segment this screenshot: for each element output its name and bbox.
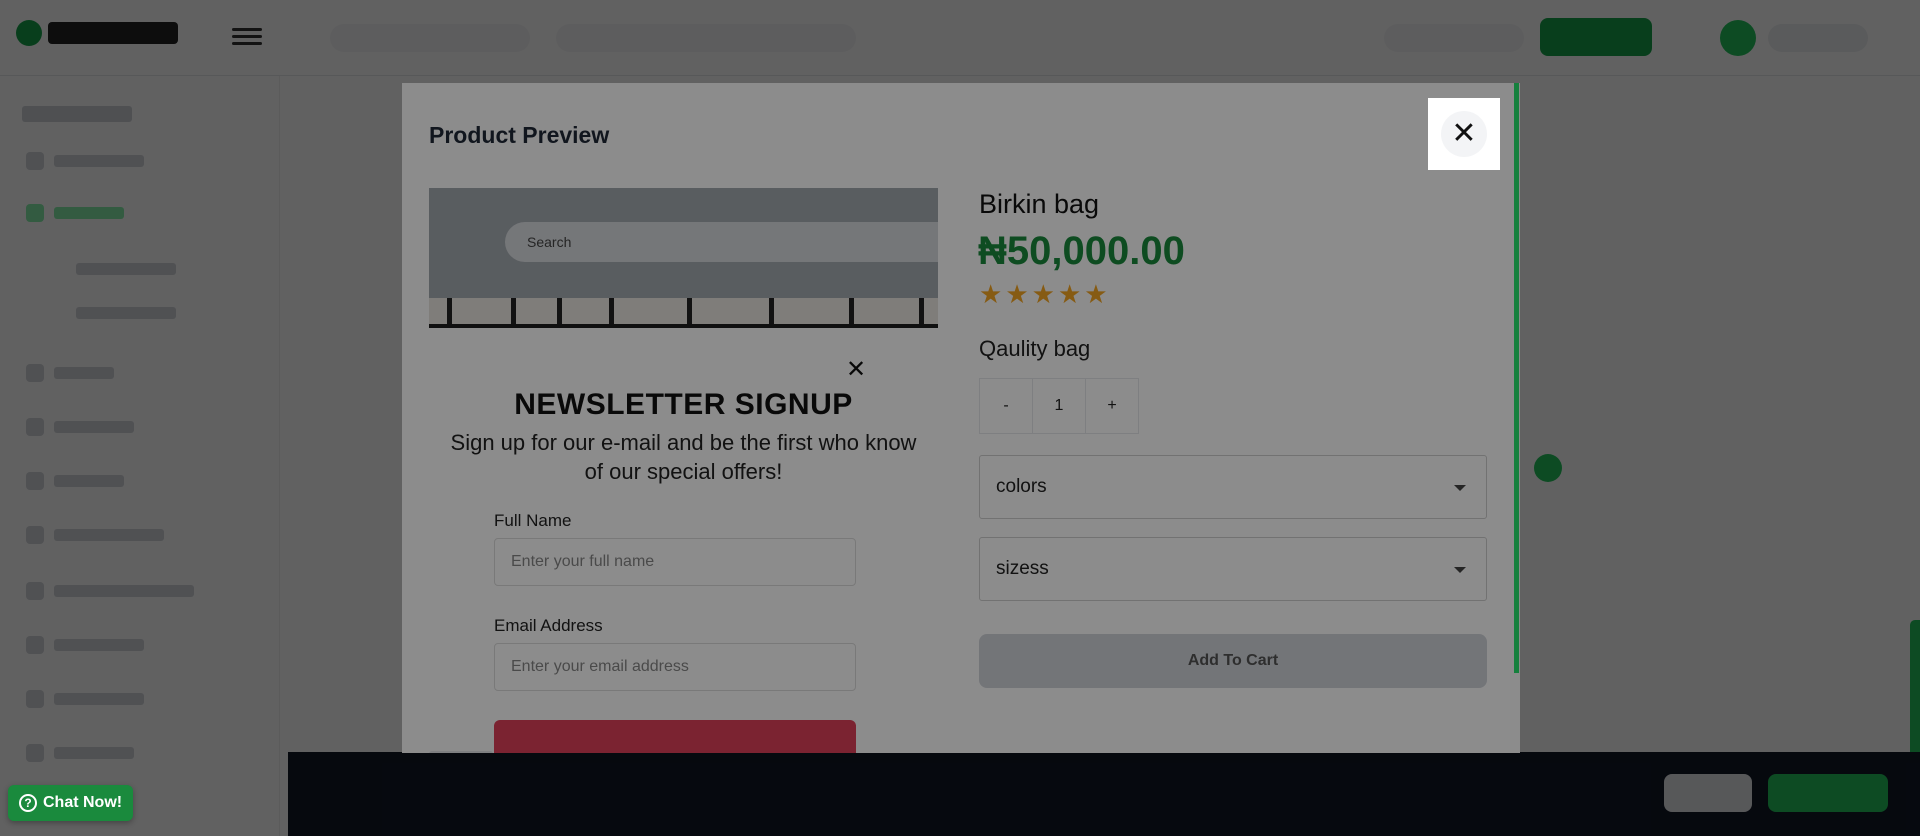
product-rating: ★ ★ ★ ★ ★ bbox=[979, 281, 1108, 307]
email-input[interactable] bbox=[494, 643, 856, 691]
image-scene bbox=[429, 298, 938, 328]
colors-select-value: colors bbox=[996, 476, 1047, 497]
chat-now-button[interactable]: ? Chat Now! bbox=[8, 785, 134, 821]
sizes-select[interactable]: sizess bbox=[979, 537, 1487, 601]
star-icon: ★ bbox=[1084, 279, 1108, 309]
question-circle-icon: ? bbox=[19, 794, 37, 812]
add-to-cart-button[interactable]: Add To Cart bbox=[979, 634, 1487, 688]
star-icon: ★ bbox=[1031, 279, 1055, 309]
chevron-down-icon bbox=[1454, 567, 1466, 573]
full-name-label: Full Name bbox=[494, 511, 572, 530]
modal-close-highlight: ✕ bbox=[1428, 98, 1500, 170]
star-icon: ★ bbox=[1005, 279, 1029, 309]
newsletter-submit-button[interactable] bbox=[494, 720, 856, 753]
sizes-select-value: sizess bbox=[996, 558, 1049, 579]
newsletter-title: NEWSLETTER SIGNUP bbox=[514, 388, 853, 421]
quantity-value[interactable]: 1 bbox=[1032, 378, 1086, 434]
product-name: Birkin bag bbox=[979, 189, 1100, 219]
chevron-down-icon bbox=[1454, 485, 1466, 491]
product-thumbnail[interactable] bbox=[429, 751, 493, 753]
quantity-stepper: - 1 + bbox=[979, 378, 1139, 434]
chat-now-label: Chat Now! bbox=[43, 794, 123, 811]
product-description: Qaulity bag bbox=[979, 336, 1091, 361]
product-preview-modal: Product Preview Search ✕ NEWSLETTER SIGN… bbox=[402, 83, 1520, 753]
modal-close-button[interactable]: ✕ bbox=[1441, 111, 1487, 157]
modal-title: Product Preview bbox=[429, 122, 610, 148]
quantity-increment-button[interactable]: + bbox=[1085, 378, 1139, 434]
close-icon: ✕ bbox=[1451, 117, 1477, 150]
product-price: ₦50,000.00 bbox=[978, 229, 1185, 273]
email-label: Email Address bbox=[494, 616, 603, 635]
full-name-input[interactable] bbox=[494, 538, 856, 586]
star-icon: ★ bbox=[1057, 279, 1082, 309]
quantity-decrement-button[interactable]: - bbox=[979, 378, 1033, 434]
newsletter-close-icon[interactable]: ✕ bbox=[846, 355, 866, 384]
colors-select[interactable]: colors bbox=[979, 455, 1487, 519]
image-search-bar: Search bbox=[505, 222, 938, 262]
newsletter-subtitle: Sign up for our e-mail and be the first … bbox=[450, 430, 917, 484]
star-icon: ★ bbox=[979, 279, 1003, 309]
modal-scrollbar[interactable] bbox=[1514, 83, 1519, 673]
product-image: Search bbox=[429, 188, 938, 328]
